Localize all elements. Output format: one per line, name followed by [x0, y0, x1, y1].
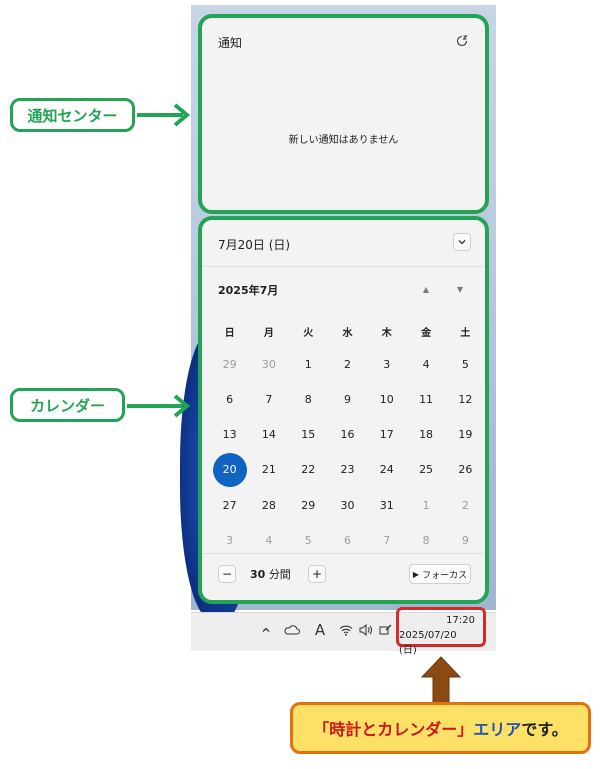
pen-icon[interactable] — [377, 621, 395, 639]
calendar-week-row: 27 28 29 30 31 1 2 — [210, 487, 485, 523]
calendar-day[interactable]: 22 — [289, 452, 328, 488]
focus-button-label: フォーカス — [422, 570, 468, 581]
calendar-month-label: 2025年7月 — [218, 284, 279, 297]
calendar-day[interactable]: 12 — [446, 381, 485, 417]
calendar-day[interactable]: 18 — [406, 417, 445, 453]
weekday-label: 水 — [342, 328, 353, 339]
calendar-day[interactable]: 27 — [210, 487, 249, 523]
next-month-icon[interactable]: ▼ — [453, 283, 467, 295]
clock-time: 17:20 — [446, 615, 475, 626]
calendar-day[interactable]: 21 — [249, 452, 288, 488]
focus-session-bar: − 30 分間 + ▶ フォーカス — [202, 553, 485, 600]
calendar-day[interactable]: 7 — [249, 381, 288, 417]
notification-center-label: 通知センター — [10, 98, 135, 132]
callout-highlight: 「時計とカレンダー」 — [313, 720, 474, 739]
weekday-label: 木 — [381, 328, 392, 339]
calendar-day[interactable]: 5 — [446, 346, 485, 382]
weekday-header-row: 日 月 火 水 木 金 土 — [210, 324, 485, 339]
focus-duration: 30 分間 — [250, 566, 291, 582]
weekday-label: 月 — [263, 328, 274, 339]
clock-calendar-area[interactable]: 17:20 2025/07/20 (日) — [396, 607, 486, 656]
calendar-day[interactable]: 1 — [406, 487, 445, 523]
calendar-day[interactable]: 15 — [289, 417, 328, 453]
callout-suffix: です。 — [521, 720, 568, 739]
calendar-day[interactable]: 3 — [367, 346, 406, 382]
volume-icon[interactable] — [357, 621, 375, 639]
calendar-day[interactable]: 16 — [328, 417, 367, 453]
calendar-day[interactable]: 17 — [367, 417, 406, 453]
arrow-right-icon — [137, 103, 191, 127]
notification-center-panel: 通知 新しい通知はありません — [198, 14, 489, 214]
weekday-label: 日 — [224, 328, 235, 339]
calendar-day[interactable]: 24 — [367, 452, 406, 488]
calendar-day[interactable]: 29 — [289, 487, 328, 523]
calendar-header: 7月20日 (日) — [202, 220, 485, 267]
calendar-day[interactable]: 2 — [446, 487, 485, 523]
no-notifications-message: 新しい通知はありません — [288, 135, 399, 146]
calendar-day[interactable]: 28 — [249, 487, 288, 523]
chevron-up-icon[interactable] — [257, 621, 275, 639]
ime-icon[interactable]: A — [311, 621, 329, 639]
calendar-day[interactable]: 23 — [328, 452, 367, 488]
calendar-day[interactable]: 19 — [446, 417, 485, 453]
calendar-day[interactable]: 9 — [328, 381, 367, 417]
arrow-up-icon — [420, 656, 462, 704]
calendar-day[interactable]: 14 — [249, 417, 288, 453]
calendar-day[interactable]: 4 — [406, 346, 445, 382]
calendar-day[interactable]: 2 — [328, 346, 367, 382]
weekday-label: 金 — [421, 328, 432, 339]
calendar-day[interactable]: 8 — [289, 381, 328, 417]
calendar-day[interactable]: 30 — [328, 487, 367, 523]
focus-minutes-value: 30 — [250, 568, 266, 581]
calendar-week-row: 20 21 22 23 24 25 26 — [210, 452, 485, 488]
chevron-down-icon[interactable] — [453, 233, 471, 251]
calendar-day-today[interactable]: 20 — [210, 452, 249, 488]
calendar-day[interactable]: 11 — [406, 381, 445, 417]
calendar-week-row: 13 14 15 16 17 18 19 — [210, 417, 485, 453]
wifi-icon[interactable] — [337, 621, 355, 639]
calendar-day[interactable]: 1 — [289, 346, 328, 382]
calendar-day[interactable]: 13 — [210, 417, 249, 453]
calendar-day[interactable]: 29 — [210, 346, 249, 382]
calendar-day[interactable]: 30 — [249, 346, 288, 382]
calendar-panel: 7月20日 (日) 2025年7月 ▲ ▼ 日 月 火 水 木 金 土 29 30… — [198, 216, 489, 604]
clock-area-callout: 「時計とカレンダー」 エリア です。 — [290, 702, 591, 754]
calendar-week-row: 6 7 8 9 10 11 12 — [210, 381, 485, 417]
calendar-day-number: 20 — [222, 463, 237, 477]
calendar-week-row: 29 30 1 2 3 4 5 — [210, 346, 485, 382]
decrease-minutes-button[interactable]: − — [218, 565, 236, 583]
notification-title: 通知 — [218, 36, 243, 50]
calendar-selected-date: 7月20日 (日) — [218, 238, 291, 252]
onedrive-icon[interactable] — [283, 621, 301, 639]
weekday-label: 火 — [303, 328, 314, 339]
snooze-icon[interactable] — [453, 32, 471, 50]
calendar-day[interactable]: 31 — [367, 487, 406, 523]
increase-minutes-button[interactable]: + — [308, 565, 326, 583]
weekday-label: 土 — [460, 328, 471, 339]
focus-minutes-unit: 分間 — [268, 568, 291, 581]
arrow-right-icon — [127, 394, 191, 418]
previous-month-icon[interactable]: ▲ — [419, 283, 433, 295]
calendar-label: カレンダー — [10, 388, 125, 422]
calendar-day[interactable]: 6 — [210, 381, 249, 417]
calendar-day[interactable]: 26 — [446, 452, 485, 488]
play-icon: ▶ — [412, 569, 420, 579]
clock-date: 2025/07/20 (日) — [399, 630, 457, 656]
calendar-day[interactable]: 25 — [406, 452, 445, 488]
focus-button[interactable]: ▶ フォーカス — [409, 564, 471, 584]
callout-area: エリア — [473, 720, 522, 739]
calendar-day[interactable]: 10 — [367, 381, 406, 417]
